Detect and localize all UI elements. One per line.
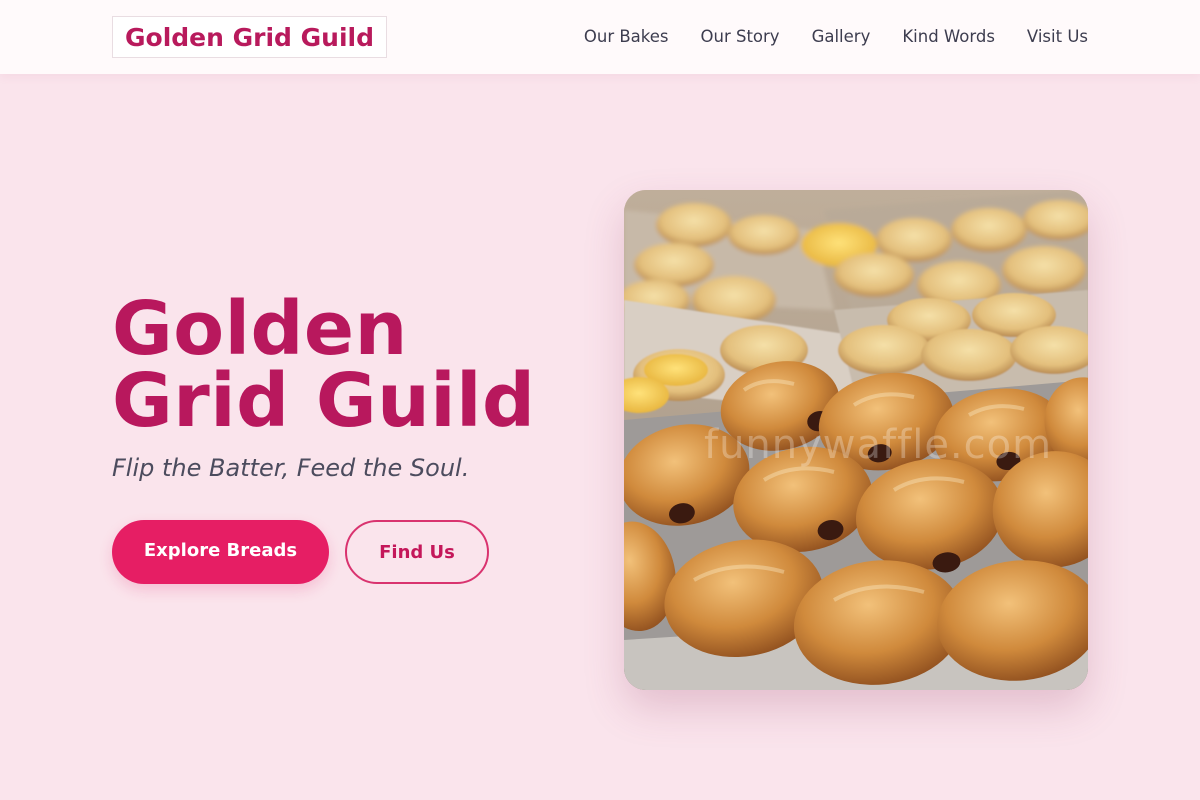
- explore-breads-button[interactable]: Explore Breads: [112, 520, 329, 584]
- main-nav: Our Bakes Our Story Gallery Kind Words V…: [584, 0, 1088, 72]
- hero-tagline: Flip the Batter, Feed the Soul.: [112, 454, 470, 482]
- pastry-tray-illustration: [624, 190, 1088, 690]
- hero-title-line-2: Grid Guild: [112, 358, 536, 444]
- site-header: Golden Grid Guild Our Bakes Our Story Ga…: [0, 0, 1200, 74]
- hero-pastry-image: funnywaffle.com: [624, 190, 1088, 690]
- nav-link-gallery[interactable]: Gallery: [812, 27, 871, 46]
- hero-title: Golden Grid Guild: [112, 292, 592, 438]
- nav-link-visit-us[interactable]: Visit Us: [1027, 27, 1088, 46]
- brand-logo-link[interactable]: Golden Grid Guild: [112, 16, 387, 58]
- nav-link-our-bakes[interactable]: Our Bakes: [584, 27, 669, 46]
- nav-link-kind-words[interactable]: Kind Words: [902, 27, 995, 46]
- nav-link-our-story[interactable]: Our Story: [701, 27, 780, 46]
- find-us-button[interactable]: Find Us: [345, 520, 489, 584]
